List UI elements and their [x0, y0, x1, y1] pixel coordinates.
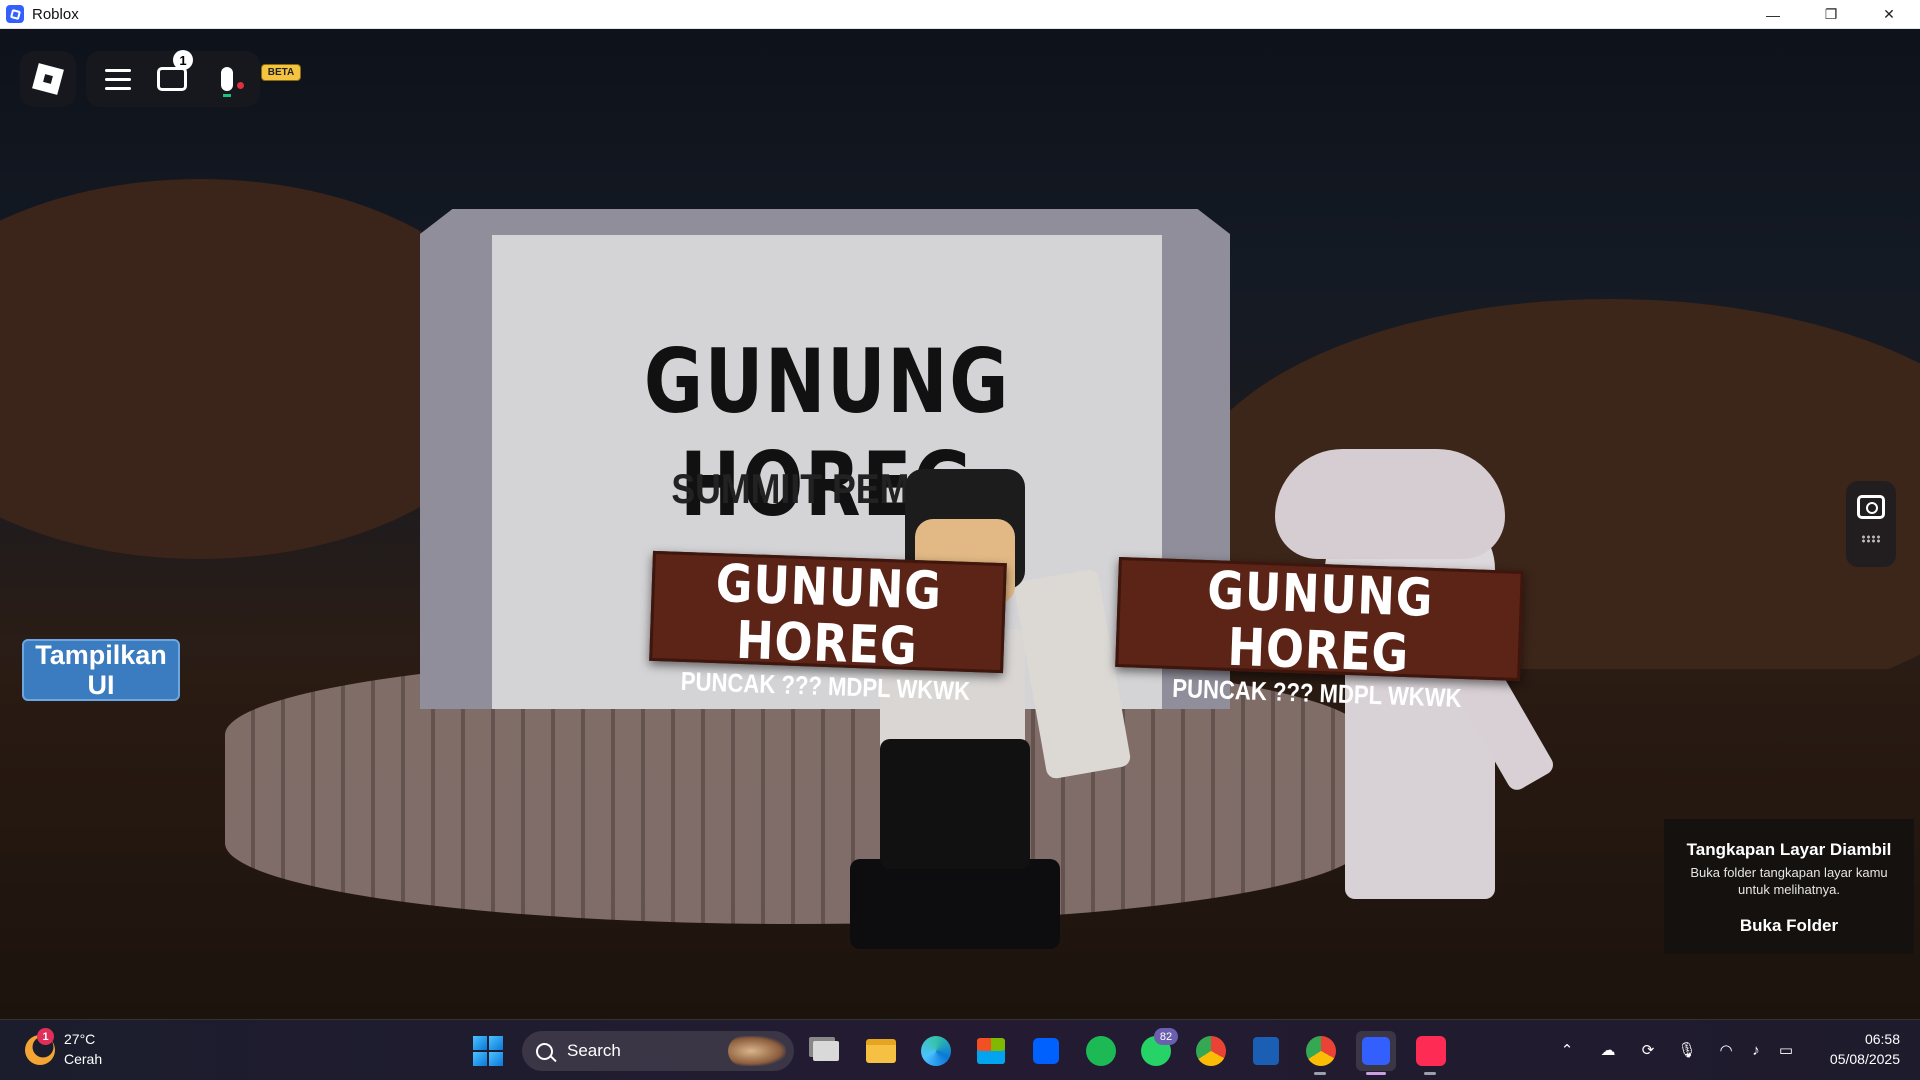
microphone-icon[interactable] [210, 51, 244, 107]
search-highlight-image [728, 1036, 786, 1066]
sign-right-title: GUNUNG HOREG [1206, 561, 1435, 685]
tiktok-icon[interactable] [1411, 1031, 1451, 1071]
store-icon[interactable] [971, 1031, 1011, 1071]
wifi-icon[interactable]: ◠ [1714, 1038, 1738, 1062]
clock-date[interactable]: 05/08/2025 [1805, 1051, 1900, 1067]
search-icon [536, 1042, 553, 1060]
game-viewport[interactable]: GUNUNG HOREG SUMMIIT PEMULA GUNUNG HOREG… [0, 29, 1920, 1019]
window-titlebar: Roblox — ❐ ✕ [0, 0, 1920, 29]
weather-temperature[interactable]: 27°C [64, 1031, 95, 1047]
roblox-menu-button[interactable] [20, 51, 76, 107]
search-placeholder: Search [567, 1041, 621, 1060]
taskbar-search[interactable]: Search [522, 1031, 794, 1071]
battery-icon[interactable]: ▭ [1774, 1038, 1798, 1062]
whatsapp-badge: 82 [1154, 1028, 1178, 1045]
weather-badge: 1 [37, 1028, 54, 1045]
drag-handle-icon[interactable] [1861, 535, 1881, 543]
beta-badge: BETA [261, 64, 301, 81]
clock-time[interactable]: 06:58 [1850, 1031, 1900, 1047]
task-view-icon[interactable] [806, 1031, 846, 1071]
sign-right: GUNUNG HOREG PUNCAK ??? MDPL WKWK [1115, 556, 1524, 713]
avatar-right-hat [1275, 449, 1505, 559]
onedrive-icon[interactable]: ☁ [1596, 1038, 1620, 1062]
edge-icon[interactable] [916, 1031, 956, 1071]
roblox-icon[interactable] [1356, 1031, 1396, 1071]
chrome-icon[interactable] [1191, 1031, 1231, 1071]
weather-condition[interactable]: Cerah [64, 1051, 102, 1067]
roblox-logo-icon [32, 63, 64, 95]
roblox-app-icon [6, 5, 24, 23]
dropbox-icon[interactable] [1026, 1031, 1066, 1071]
chat-badge: 1 [173, 50, 193, 70]
board-subtitle: SUMMIIT PEMULA [671, 465, 983, 512]
close-button[interactable]: ✕ [1860, 0, 1918, 29]
file-explorer-icon[interactable] [861, 1031, 901, 1071]
volume-icon[interactable]: ♪ [1744, 1038, 1768, 1062]
window-title: Roblox [32, 5, 79, 23]
chrome-running-indicator [1314, 1072, 1326, 1075]
toast-title: Tangkapan Layar Diambil [1686, 840, 1892, 859]
taskbar [0, 1019, 1920, 1080]
tiktok-running-indicator [1424, 1072, 1436, 1075]
minimize-button[interactable]: — [1744, 0, 1802, 29]
hamburger-menu-icon[interactable] [100, 51, 136, 107]
chevron-up-icon[interactable]: ⌃ [1555, 1038, 1579, 1062]
avatar-left-legs [850, 859, 1060, 949]
sync-icon[interactable]: ⟳ [1636, 1038, 1660, 1062]
avatar-left-pants [880, 739, 1030, 869]
spotify-icon[interactable] [1081, 1031, 1121, 1071]
roblox-studio-icon[interactable] [1246, 1031, 1286, 1071]
sign-left-title: GUNUNG HOREG [714, 554, 943, 678]
tray-microphone-icon[interactable]: 🎙 [1675, 1038, 1699, 1062]
start-icon[interactable] [473, 1036, 503, 1066]
sign-left: GUNUNG HOREG PUNCAK ??? MDPL WKWK [649, 550, 1007, 706]
maximize-button[interactable]: ❐ [1802, 0, 1860, 29]
open-folder-button[interactable]: Buka Folder [1664, 916, 1914, 936]
toast-body: Buka folder tangkapan layar kamu untuk m… [1690, 865, 1888, 897]
screenshot-toast: Tangkapan Layar Diambil Buka folder tang… [1664, 819, 1914, 954]
roblox-active-indicator [1366, 1072, 1386, 1075]
mic-status-dot [237, 82, 244, 89]
screenshot-button[interactable] [1846, 481, 1896, 567]
show-ui-button[interactable]: Tampilkan UI [22, 639, 180, 701]
camera-icon [1857, 495, 1885, 519]
chrome-profile-icon[interactable] [1301, 1031, 1341, 1071]
